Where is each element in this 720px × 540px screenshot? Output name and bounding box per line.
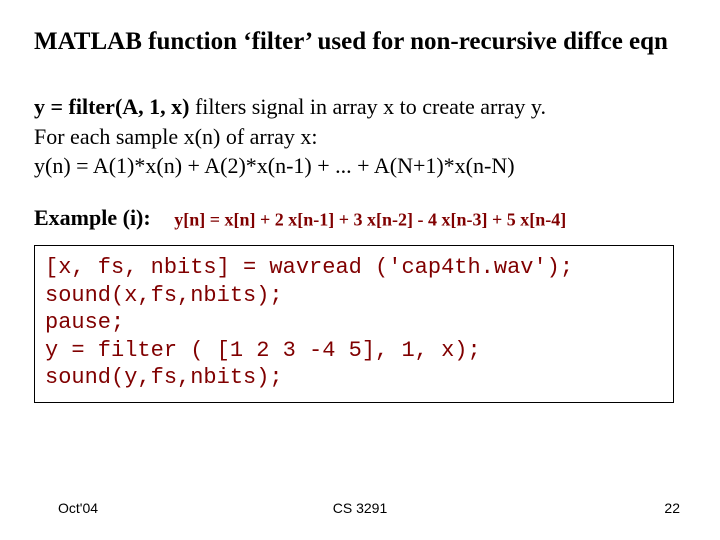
filter-signature: y = filter(A, 1, x) bbox=[34, 94, 189, 119]
footer-course: CS 3291 bbox=[0, 500, 720, 516]
body-text: y = filter(A, 1, x) filters signal in ar… bbox=[34, 92, 686, 181]
footer: Oct'04 CS 3291 22 bbox=[0, 500, 720, 516]
example-equation: y[n] = x[n] + 2 x[n-1] + 3 x[n-2] - 4 x[… bbox=[174, 210, 566, 230]
example-label: Example (i): bbox=[34, 205, 151, 231]
footer-date: Oct'04 bbox=[58, 500, 98, 516]
slide: MATLAB function ‘filter’ used for non-re… bbox=[0, 0, 720, 540]
body-line-2: For each sample x(n) of array x: bbox=[34, 124, 317, 149]
slide-title: MATLAB function ‘filter’ used for non-re… bbox=[34, 28, 686, 56]
code-block: [x, fs, nbits] = wavread ('cap4th.wav');… bbox=[34, 245, 674, 403]
filter-description: filters signal in array x to create arra… bbox=[189, 94, 546, 119]
page-number: 22 bbox=[664, 500, 680, 516]
body-line-3: y(n) = A(1)*x(n) + A(2)*x(n-1) + ... + A… bbox=[34, 153, 515, 178]
example-row: Example (i): y[n] = x[n] + 2 x[n-1] + 3 … bbox=[34, 205, 686, 231]
